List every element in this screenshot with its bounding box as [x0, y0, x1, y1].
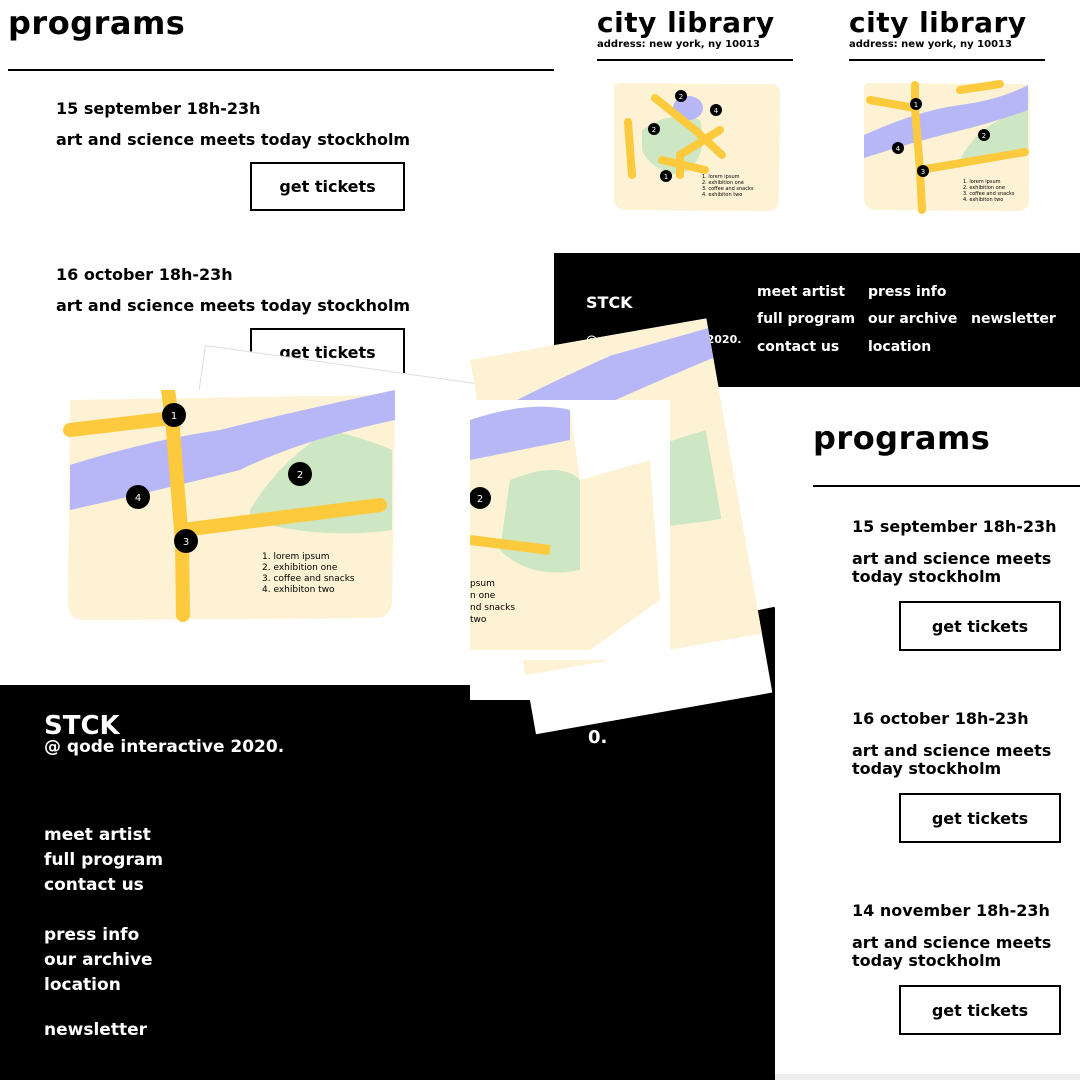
svg-text:1. lorem ipsum: 1. lorem ipsum	[262, 552, 330, 562]
library-divider	[597, 59, 793, 61]
svg-text:2: 2	[652, 126, 656, 134]
map-pin: 1	[910, 98, 922, 110]
footer-link-press-info[interactable]: press info	[44, 925, 139, 945]
svg-text:4: 4	[714, 107, 719, 115]
event-title-line: art and science meets	[852, 741, 1052, 760]
event-date: 16 october 18h-23h	[852, 709, 1029, 728]
tilted-card-front: 2 psum n one nd snacks two	[470, 400, 670, 660]
svg-text:4. exhibiton two: 4. exhibiton two	[963, 197, 1003, 203]
get-tickets-button[interactable]: get tickets	[899, 601, 1061, 651]
event-date: 16 october 18h-23h	[56, 265, 233, 284]
svg-text:2: 2	[679, 93, 683, 101]
footer-copyright: @ qode interactive 2020.	[44, 737, 285, 757]
footer-link-newsletter[interactable]: newsletter	[44, 1020, 147, 1040]
svg-text:3. coffee and snacks: 3. coffee and snacks	[262, 574, 355, 584]
svg-text:2: 2	[477, 494, 483, 505]
event-title-line: art and science meets	[852, 933, 1052, 952]
map-pin: 2	[288, 462, 312, 486]
get-tickets-button[interactable]: get tickets	[250, 162, 405, 211]
page-title: programs	[8, 4, 186, 42]
svg-text:3: 3	[183, 537, 189, 548]
footer-link-our-archive[interactable]: our archive	[44, 950, 153, 970]
event-title: art and science meets today stockholm	[56, 130, 411, 149]
svg-text:two: two	[470, 615, 487, 625]
footer-large: STCK @ qode interactive 2020. meet artis…	[0, 685, 470, 1080]
map-pin: 3	[917, 165, 929, 177]
map-pin: 1	[162, 403, 186, 427]
footer-link-our-archive[interactable]: our archive	[868, 311, 957, 327]
scroll-strip	[775, 1074, 1080, 1080]
svg-text:1: 1	[914, 101, 918, 109]
title-divider	[813, 485, 1080, 487]
svg-text:4: 4	[135, 493, 141, 504]
footer-brand: STCK	[586, 293, 633, 312]
footer-link-contact-us[interactable]: contact us	[44, 875, 144, 895]
venue-map: 1 2 4 3 1. lorem ipsum 2. exhibition one…	[863, 80, 1031, 214]
copyright-fragment: 0.	[588, 727, 608, 748]
footer-link-meet-artist[interactable]: meet artist	[44, 825, 151, 845]
map-pin: 2	[470, 487, 491, 509]
event-title-line: art and science meets	[852, 549, 1052, 568]
svg-text:4. exhibiton two: 4. exhibiton two	[702, 192, 742, 198]
title-divider	[8, 69, 554, 71]
footer-link-press-info[interactable]: press info	[868, 284, 946, 300]
event-date: 14 november 18h-23h	[852, 901, 1050, 920]
svg-text:4: 4	[896, 145, 901, 153]
event-title-line: today stockholm	[852, 567, 1002, 586]
event-date: 15 september 18h-23h	[56, 99, 261, 118]
svg-text:psum: psum	[470, 579, 495, 589]
footer-link-newsletter[interactable]: newsletter	[971, 311, 1056, 327]
event-date: 15 september 18h-23h	[852, 517, 1057, 536]
programs-panel-right: programs 15 september 18h-23h art and sc…	[775, 387, 1080, 1080]
svg-text:2: 2	[982, 132, 986, 140]
map-pin: 2	[675, 90, 687, 102]
footer-link-contact-us[interactable]: contact us	[757, 339, 839, 355]
svg-text:n one: n one	[470, 591, 496, 601]
library-divider	[849, 59, 1045, 61]
footer-link-meet-artist[interactable]: meet artist	[757, 284, 845, 300]
svg-text:1: 1	[171, 411, 177, 422]
svg-text:nd snacks: nd snacks	[470, 603, 515, 613]
get-tickets-button[interactable]: get tickets	[899, 985, 1061, 1035]
event-title: art and science meets today stockholm	[56, 296, 411, 315]
venue-map: 1 2 4 3 1. lorem ipsum 2. exhibition one…	[63, 383, 395, 622]
page-title: programs	[813, 419, 991, 457]
get-tickets-button[interactable]: get tickets	[899, 793, 1061, 843]
footer-link-location[interactable]: location	[44, 975, 121, 995]
svg-text:2: 2	[297, 470, 303, 481]
map-pin: 4	[710, 104, 722, 116]
event-title-line: today stockholm	[852, 951, 1002, 970]
map-pin: 1	[660, 170, 672, 182]
venue-map: 2 4 2 1 1. lorem ipsum 2. exhibition one…	[613, 82, 781, 211]
svg-text:4. exhibiton two: 4. exhibiton two	[262, 585, 335, 595]
footer-link-full-program[interactable]: full program	[757, 311, 855, 327]
library-address: address: new york, ny 10013	[849, 39, 1012, 50]
map-pin: 2	[978, 129, 990, 141]
map-pin: 4	[892, 142, 904, 154]
svg-text:1: 1	[664, 173, 668, 181]
footer-link-location[interactable]: location	[868, 339, 931, 355]
library-title: city library	[597, 6, 775, 39]
map-pin: 4	[126, 485, 150, 509]
event-title-line: today stockholm	[852, 759, 1002, 778]
programs-panel-top: programs 15 september 18h-23h art and sc…	[0, 0, 555, 390]
svg-text:3: 3	[921, 168, 925, 176]
svg-text:2. exhibition one: 2. exhibition one	[262, 563, 338, 573]
map-pin: 3	[174, 529, 198, 553]
map-panel: 1 2 4 3 1. lorem ipsum 2. exhibition one…	[0, 383, 470, 685]
footer-link-full-program[interactable]: full program	[44, 850, 163, 870]
library-title: city library	[849, 6, 1027, 39]
map-pin: 2	[648, 123, 660, 135]
library-address: address: new york, ny 10013	[597, 39, 760, 50]
